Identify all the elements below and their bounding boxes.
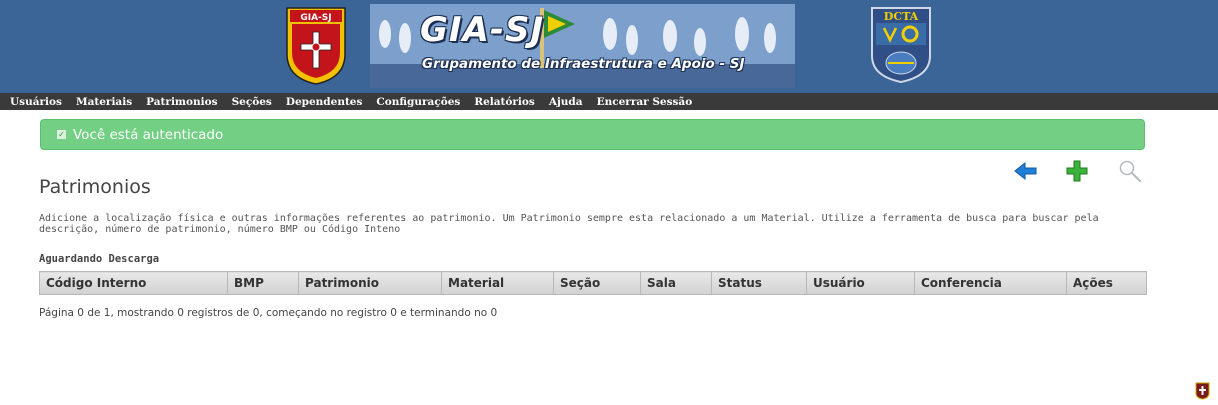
back-arrow-icon[interactable] (1013, 158, 1039, 184)
menu-item-encerrar-sessao[interactable]: Encerrar Sessão (591, 93, 701, 109)
table-header-row: Código Interno BMP Patrimonio Material S… (39, 271, 1147, 295)
page-description: Adicione a localização física e outras i… (39, 213, 1099, 235)
menu-item-relatorios[interactable]: Relatórios (468, 93, 543, 109)
menu-item-secoes[interactable]: Seções (226, 93, 280, 109)
main-menu: Usuários Materiais Patrimonios Seções De… (0, 93, 1218, 110)
column-header-secao[interactable]: Seção (553, 271, 641, 295)
page-title: Patrimonios (39, 176, 151, 198)
column-header-usuario[interactable]: Usuário (806, 271, 915, 295)
corner-shield-icon (1195, 382, 1210, 400)
column-header-bmp[interactable]: BMP (227, 271, 299, 295)
dcta-logo: DCTA (871, 7, 931, 84)
gia-sj-shield-logo: GIA-SJ (286, 7, 346, 85)
column-header-material[interactable]: Material (441, 271, 554, 295)
header-banner: GIA-SJ GIA-SJ Grupamento de Infraestrutu… (0, 0, 1218, 94)
dcta-label: DCTA (884, 10, 919, 23)
site-title: GIA-SJ (420, 10, 545, 50)
menu-item-configuracoes[interactable]: Configurações (370, 93, 468, 109)
column-header-patrimonio[interactable]: Patrimonio (298, 271, 442, 295)
column-header-conferencia[interactable]: Conferencia (914, 271, 1067, 295)
menu-item-patrimonios[interactable]: Patrimonios (140, 93, 225, 109)
menu-item-usuarios[interactable]: Usuários (4, 93, 70, 109)
pagination-info: Página 0 de 1, mostrando 0 registros de … (39, 307, 498, 319)
header-hero-image: GIA-SJ Grupamento de Infraestrutura e Ap… (370, 4, 795, 88)
patrimonios-table: Código Interno BMP Patrimonio Material S… (39, 271, 1147, 295)
menu-item-ajuda[interactable]: Ajuda (543, 93, 591, 109)
column-header-acoes[interactable]: Ações (1066, 271, 1147, 295)
search-magnifier-icon[interactable] (1117, 158, 1143, 184)
column-header-sala[interactable]: Sala (640, 271, 712, 295)
alert-text: Você está autenticado (73, 126, 224, 143)
shield-label: GIA-SJ (300, 13, 331, 23)
column-header-status[interactable]: Status (711, 271, 807, 295)
section-label: Aguardando Descarga (39, 253, 160, 265)
menu-item-materiais[interactable]: Materiais (70, 93, 140, 109)
check-icon: ✓ (56, 129, 67, 140)
menu-item-dependentes[interactable]: Dependentes (280, 93, 371, 109)
auth-success-alert: ✓ Você está autenticado (40, 119, 1145, 150)
column-header-codigo-interno[interactable]: Código Interno (39, 271, 228, 295)
add-plus-icon[interactable] (1064, 158, 1090, 184)
site-subtitle: Grupamento de Infraestrutura e Apoio - S… (422, 56, 745, 72)
